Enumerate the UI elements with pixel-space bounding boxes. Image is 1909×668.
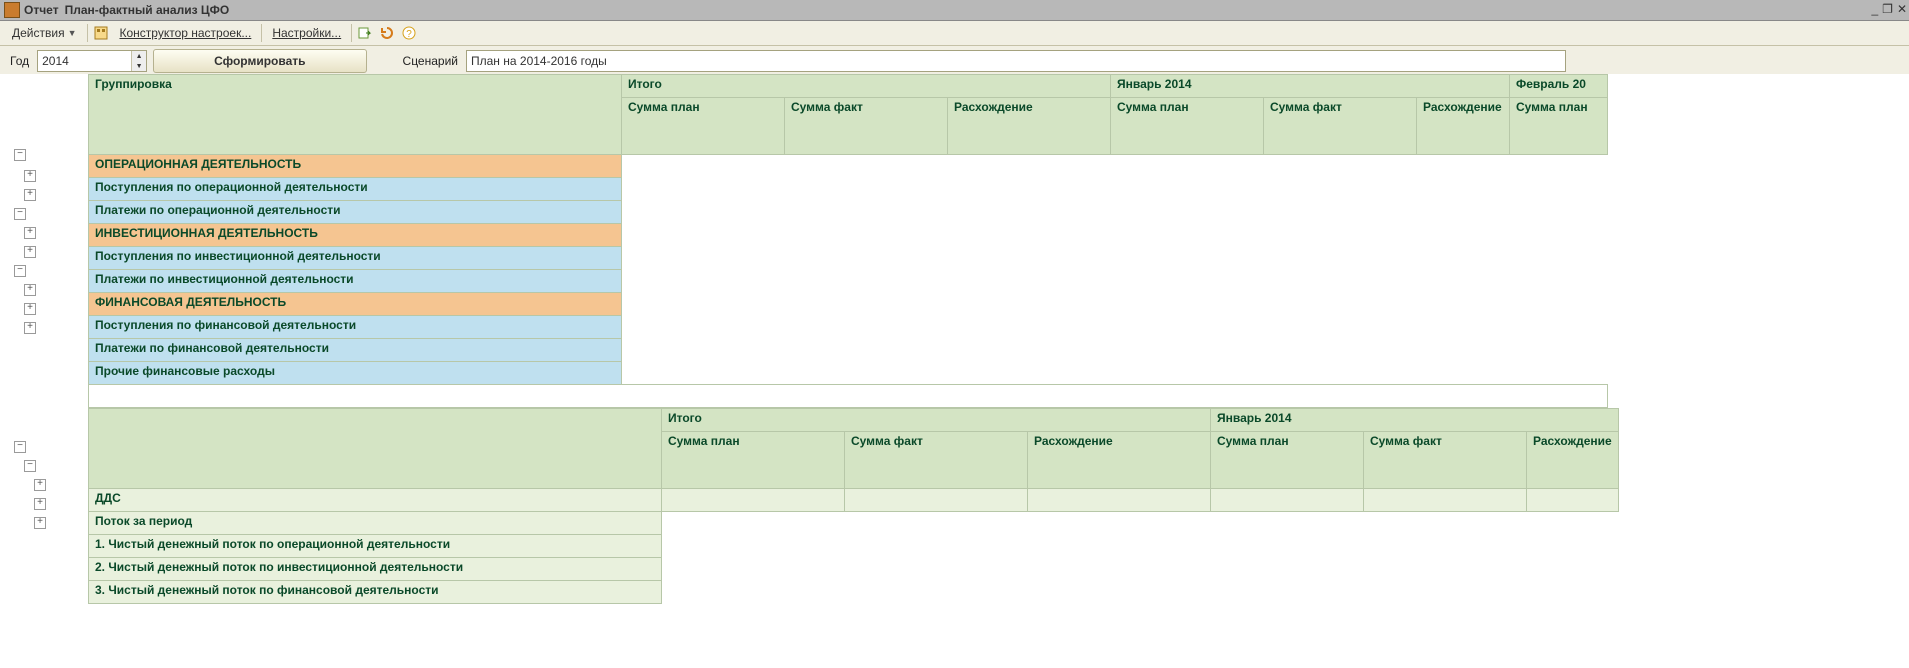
col-sumfact: Сумма факт xyxy=(785,98,948,155)
toggle-minus-icon[interactable]: − xyxy=(14,441,26,453)
toggle-plus-icon[interactable]: + xyxy=(34,517,46,529)
row-fin-out[interactable]: Платежи по финансовой деятельности xyxy=(89,339,622,362)
filter-bar: Год 2014 ▲ ▼ Сформировать Сценарий План … xyxy=(0,46,1909,77)
col-sumplan: Сумма план xyxy=(1211,432,1364,489)
row-inv[interactable]: ИНВЕСТИЦИОННАЯ ДЕЯТЕЛЬНОСТЬ xyxy=(89,224,622,247)
window-title-prefix: Отчет xyxy=(24,3,59,17)
toggle-plus-icon[interactable]: + xyxy=(24,284,36,296)
report-table-top: Группировка Итого Январь 2014 Февраль 20… xyxy=(88,74,1608,408)
row-fin[interactable]: ФИНАНСОВАЯ ДЕЯТЕЛЬНОСТЬ xyxy=(89,293,622,316)
help-icon[interactable]: ? xyxy=(400,24,418,42)
toggle-minus-icon[interactable]: − xyxy=(14,208,26,220)
scenario-value: План на 2014-2016 годы xyxy=(471,54,607,68)
col-feb: Февраль 20 xyxy=(1510,75,1608,98)
settings-button[interactable]: Настройки... xyxy=(266,24,347,42)
col-sumplan: Сумма план xyxy=(622,98,785,155)
window-title: План-фактный анализ ЦФО xyxy=(65,3,230,17)
col-sumfact: Сумма факт xyxy=(1364,432,1527,489)
refresh-icon[interactable] xyxy=(378,24,396,42)
row-dds[interactable]: ДДС xyxy=(89,489,662,512)
row-op[interactable]: ОПЕРАЦИОННАЯ ДЕЯТЕЛЬНОСТЬ xyxy=(89,155,622,178)
spin-up-icon[interactable]: ▲ xyxy=(132,51,146,61)
tree-gutter: − + + − + + − + + + − − + + + xyxy=(0,74,88,668)
col-jan: Январь 2014 xyxy=(1211,409,1619,432)
app-icon xyxy=(4,2,20,18)
toggle-plus-icon[interactable]: + xyxy=(24,303,36,315)
row-fin-other[interactable]: Прочие финансовые расходы xyxy=(89,362,622,385)
toggle-plus-icon[interactable]: + xyxy=(24,227,36,239)
minimize-button[interactable]: _ xyxy=(1871,2,1878,16)
col-empty xyxy=(89,409,662,489)
toggle-plus-icon[interactable]: + xyxy=(34,498,46,510)
builder-settings-button[interactable]: Конструктор настроек... xyxy=(114,24,258,42)
year-label: Год xyxy=(10,54,29,68)
spin-down-icon[interactable]: ▼ xyxy=(132,61,146,71)
toggle-minus-icon[interactable]: − xyxy=(24,460,36,472)
toggle-plus-icon[interactable]: + xyxy=(24,246,36,258)
col-sumplan: Сумма план xyxy=(1111,98,1264,155)
col-diff: Расхождение xyxy=(1417,98,1510,155)
generate-label: Сформировать xyxy=(214,54,305,68)
row-inv-in[interactable]: Поступления по инвестиционной деятельнос… xyxy=(89,247,622,270)
col-sumplan: Сумма план xyxy=(662,432,845,489)
svg-text:?: ? xyxy=(406,29,412,40)
col-diff: Расхождение xyxy=(948,98,1111,155)
col-sumfact: Сумма факт xyxy=(845,432,1028,489)
report-table-dds: Итого Январь 2014 Сумма план Сумма факт … xyxy=(88,408,1619,604)
toggle-plus-icon[interactable]: + xyxy=(34,479,46,491)
window-titlebar: Отчет План-фактный анализ ЦФО _ ❐ ✕ xyxy=(0,0,1909,21)
row-fin-in[interactable]: Поступления по финансовой деятельности xyxy=(89,316,622,339)
scenario-field[interactable]: План на 2014-2016 годы xyxy=(466,50,1566,72)
row-dds-1[interactable]: 1. Чистый денежный поток по операционной… xyxy=(89,535,662,558)
row-op-out[interactable]: Платежи по операционной деятельности xyxy=(89,201,622,224)
toggle-minus-icon[interactable]: − xyxy=(14,149,26,161)
actions-dropdown[interactable]: Действия ▼ xyxy=(6,24,88,42)
col-total: Итого xyxy=(622,75,1111,98)
col-sumplan: Сумма план xyxy=(1510,98,1608,155)
row-flow[interactable]: Поток за период xyxy=(89,512,662,535)
report-area: − + + − + + − + + + − − + + + Группировк… xyxy=(0,74,1909,668)
toolbar: Действия ▼ Конструктор настроек... Настр… xyxy=(0,21,1909,46)
actions-label: Действия xyxy=(12,26,65,40)
toggle-minus-icon[interactable]: − xyxy=(14,265,26,277)
close-button[interactable]: ✕ xyxy=(1897,2,1907,16)
col-jan: Январь 2014 xyxy=(1111,75,1510,98)
generate-button[interactable]: Сформировать xyxy=(153,49,366,73)
scenario-label: Сценарий xyxy=(403,54,458,68)
year-value: 2014 xyxy=(42,54,69,68)
builder-icon[interactable] xyxy=(92,24,110,42)
col-diff: Расхождение xyxy=(1028,432,1211,489)
row-op-in[interactable]: Поступления по операционной деятельности xyxy=(89,178,622,201)
col-sumfact: Сумма факт xyxy=(1264,98,1417,155)
row-inv-out[interactable]: Платежи по инвестиционной деятельности xyxy=(89,270,622,293)
col-total: Итого xyxy=(662,409,1211,432)
row-dds-2[interactable]: 2. Чистый денежный поток по инвестиционн… xyxy=(89,558,662,581)
year-field[interactable]: 2014 ▲ ▼ xyxy=(37,50,147,72)
export-icon[interactable] xyxy=(356,24,374,42)
toggle-plus-icon[interactable]: + xyxy=(24,189,36,201)
row-dds-3[interactable]: 3. Чистый денежный поток по финансовой д… xyxy=(89,581,662,604)
col-group: Группировка xyxy=(89,75,622,155)
chevron-down-icon: ▼ xyxy=(68,28,77,38)
toggle-plus-icon[interactable]: + xyxy=(24,170,36,182)
col-diff: Расхождение xyxy=(1527,432,1619,489)
toggle-plus-icon[interactable]: + xyxy=(24,322,36,334)
restore-button[interactable]: ❐ xyxy=(1882,2,1893,16)
